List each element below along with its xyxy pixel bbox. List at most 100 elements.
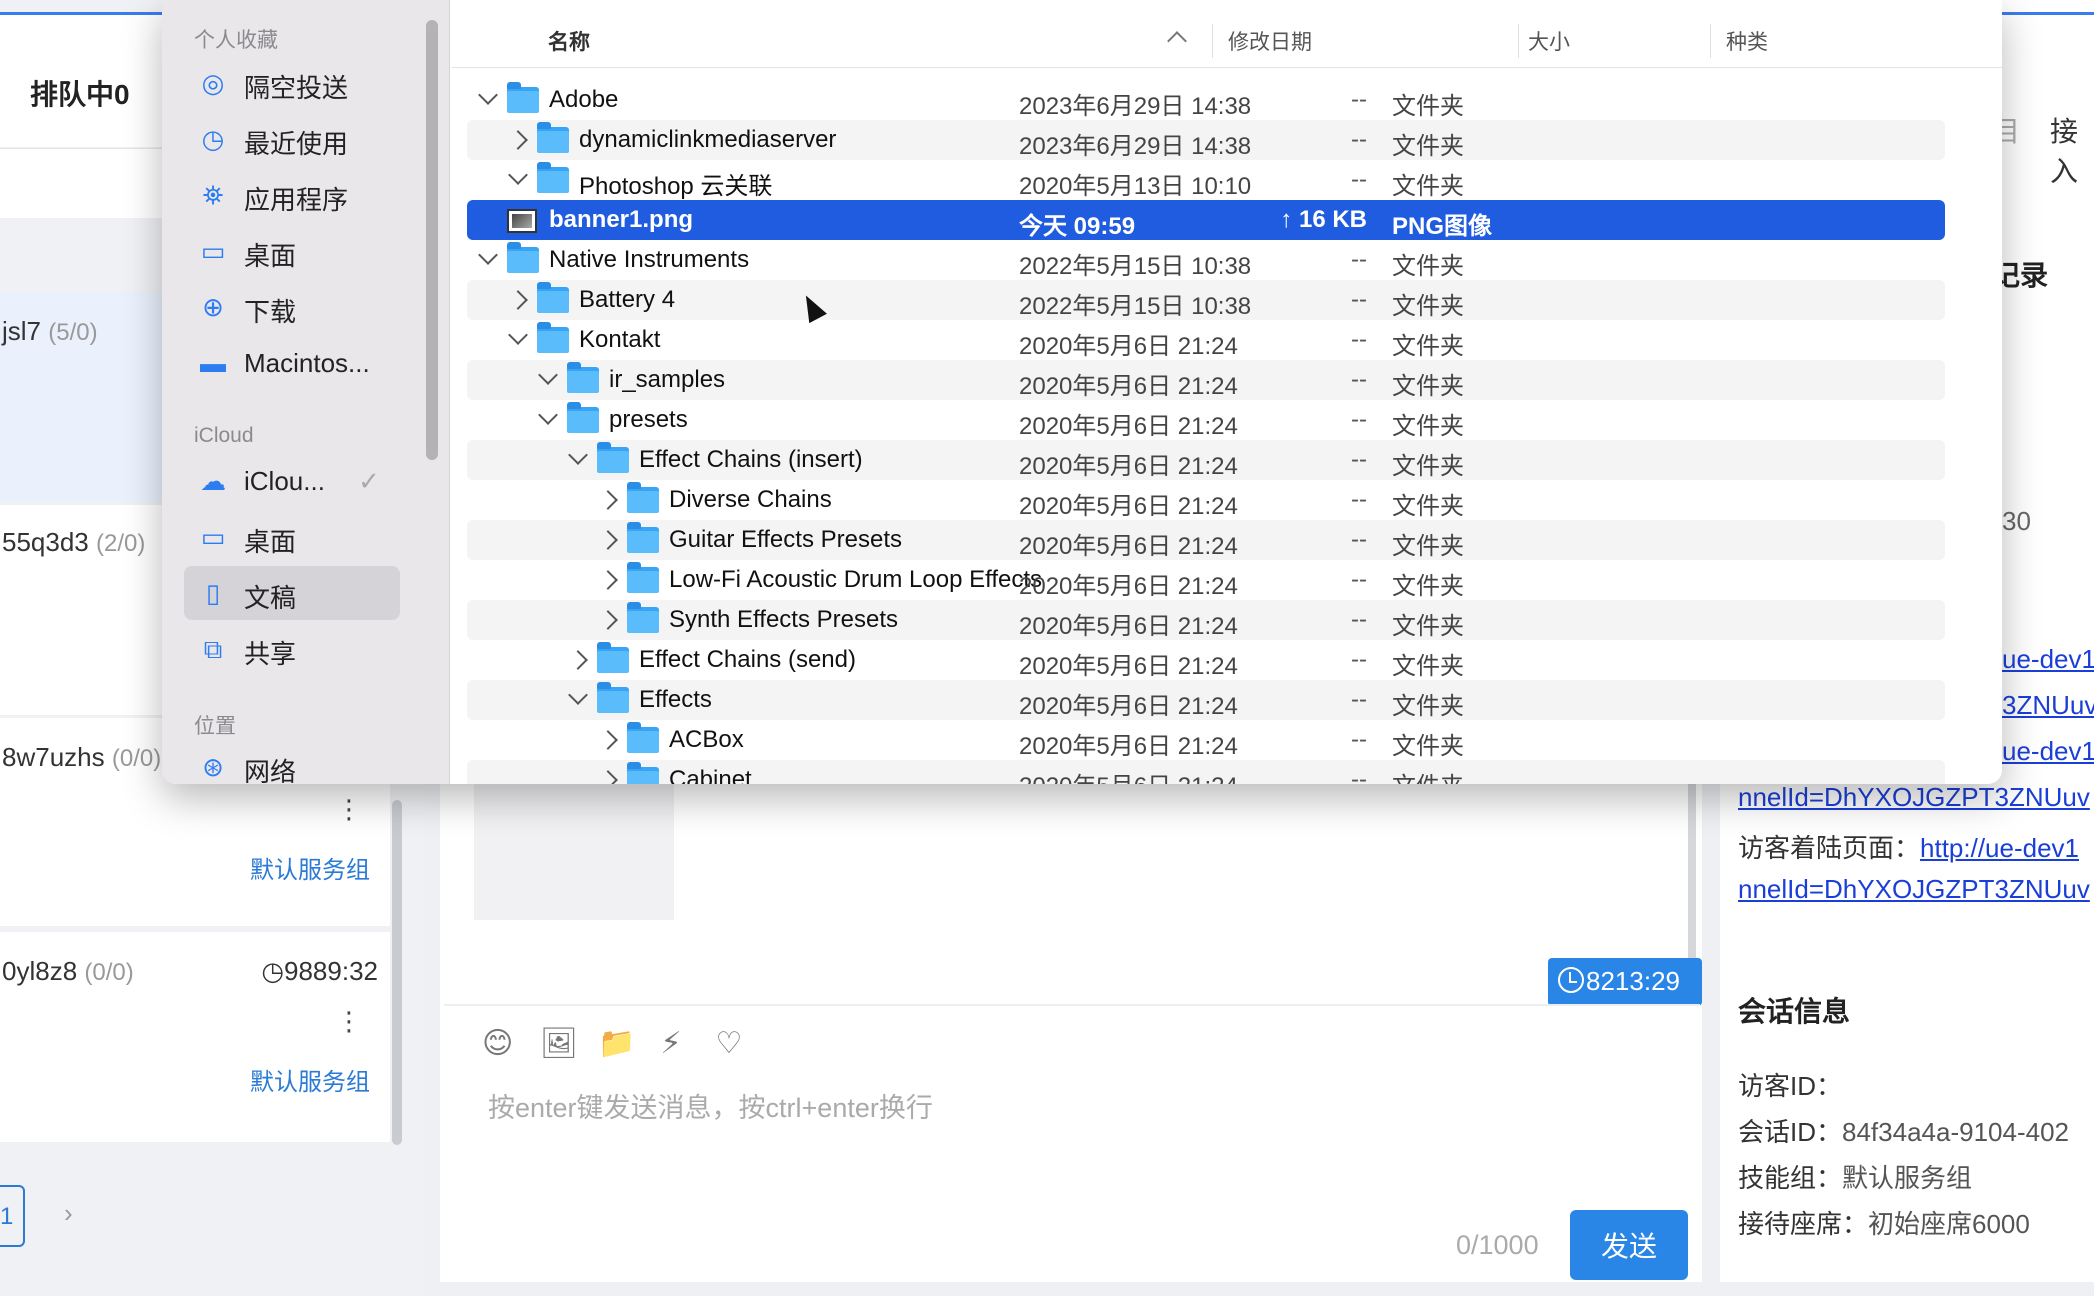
file-kind: 文件夹 [1392,333,1464,360]
folder-row[interactable]: Diverse Chains 2020年5月6日 21:24 -- 文件夹 [467,480,1945,520]
file-row[interactable]: banner1.png 今天 09:59 ↑ 16 KB PNG图像 [467,200,1945,240]
chevron-right-icon[interactable] [598,610,618,630]
column-separator [1212,24,1213,58]
sidebar-item-label: 共享 [244,639,297,669]
file-name: Low-Fi Acoustic Drum Loop Effects [669,566,1043,593]
file-size: -- [1351,766,1367,784]
sort-ascending-icon[interactable] [1167,31,1187,51]
sidebar-item[interactable]: ▯ 文稿 [184,566,400,620]
folder-row[interactable]: Cabinet 2020年5月6日 21:24 -- 文件夹 [467,760,1945,784]
queue-title[interactable]: 排队中0 [30,73,130,113]
favorite-icon[interactable]: ♡ [714,1026,744,1061]
list-scrollbar[interactable] [392,800,402,1145]
chevron-right-icon[interactable] [598,770,618,784]
chevron-down-icon[interactable] [538,365,558,385]
folder-row[interactable]: Effect Chains (send) 2020年5月6日 21:24 -- 文件夹 [467,640,1945,680]
chevron-right-icon[interactable] [508,290,528,310]
chevron-right-icon[interactable] [598,490,618,510]
sidebar-item[interactable]: ▭ 桌面 [184,510,400,564]
chevron-down-icon[interactable] [478,85,498,105]
folder-row[interactable]: presets 2020年5月6日 21:24 -- 文件夹 [467,400,1945,440]
agent-row: 接待座席：初始座席6000 [1738,1209,2030,1239]
file-size: -- [1351,486,1367,513]
sidebar-item-label: 隔空投送 [244,73,349,103]
access-tab[interactable]: 接入 [2050,110,2094,190]
folder-row[interactable]: Adobe 2023年6月29日 14:38 -- 文件夹 [467,80,1945,120]
folder-row[interactable]: Battery 4 2022年5月15日 10:38 -- 文件夹 [467,280,1945,320]
folder-row[interactable]: ACBox 2020年5月6日 21:24 -- 文件夹 [467,720,1945,760]
chevron-down-icon[interactable] [478,245,498,265]
column-separator [1710,24,1711,58]
landing-page-link[interactable]: http://ue-dev1 [1920,833,2079,863]
compose-input[interactable]: 按enter键发送消息，按ctrl+enter换行 [488,1086,933,1125]
sidebar-scrollbar[interactable] [426,20,438,460]
sidebar-item[interactable]: ⧉ 共享 [184,622,400,676]
folder-icon[interactable]: 📁 [598,1026,635,1061]
url-link[interactable]: nnelId=DhYXOJGZPT3ZNUuv [1738,782,2090,813]
chevron-right-icon[interactable] [598,530,618,550]
emoji-icon[interactable]: 😊 [482,1026,513,1061]
folder-row[interactable]: Effect Chains (insert) 2020年5月6日 21:24 -- 文… [467,440,1945,480]
url-link[interactable]: 3ZNUuv [2002,690,2094,721]
file-name: Guitar Effects Presets [669,526,902,553]
visitor-name: 8w7uzhs (0/0) [2,742,162,772]
chevron-down-icon[interactable] [568,685,588,705]
visitor-id-label: 访客ID： [1738,1071,1843,1101]
image-icon[interactable]: 🖼 [540,1026,578,1061]
folder-row[interactable]: dynamiclinkmediaserver 2023年6月29日 14:38 --… [467,120,1945,160]
sidebar-item[interactable]: ◎ 隔空投送 [184,56,400,110]
icloud-section-title: iCloud [194,424,254,447]
column-separator [1518,24,1519,58]
sidebar-item[interactable]: ▭ 桌面 [184,224,400,278]
folder-row[interactable]: Native Instruments 2022年5月15日 10:38 -- 文件夹 [467,240,1945,280]
visitor-card[interactable]: 0yl8z8 (0/0) ◷9889:32 ⋮ 默认服务组 [0,932,390,1142]
file-open-dialog: 个人收藏 ◎ 隔空投送 ◷ 最近使用 ⛯ 应用程序 ▭ 桌面 ⊕ 下载 ▬ Macintos... i… [162,0,2002,784]
chevron-right-icon[interactable] [508,130,528,150]
sidebar-item-label: 文稿 [244,583,297,613]
chevron-right-icon[interactable] [598,570,618,590]
sidebar-item[interactable]: ⊕ 下载 [184,280,400,334]
folder-row[interactable]: ir_samples 2020年5月6日 21:24 -- 文件夹 [467,360,1945,400]
chevron-right-icon[interactable] [598,730,618,750]
folder-row[interactable]: Photoshop 云关联 2020年5月13日 10:10 -- 文件夹 [467,160,1945,200]
chevron-right-icon[interactable] [568,650,588,670]
file-kind: 文件夹 [1392,133,1464,160]
file-kind: 文件夹 [1392,693,1464,720]
column-date[interactable]: 修改日期 [1228,26,1312,56]
landing-page-link[interactable]: nnelId=DhYXOJGZPT3ZNUuv [1738,874,2090,905]
more-options-icon[interactable]: ⋮ [336,1008,362,1034]
url-link[interactable]: ue-dev1 [2002,736,2094,767]
message-image-placeholder[interactable] [474,782,674,920]
folder-row[interactable]: Effects 2020年5月6日 21:24 -- 文件夹 [467,680,1945,720]
send-button[interactable]: 发送 [1570,1210,1688,1280]
service-group-link[interactable]: 默认服务组 [250,1062,370,1097]
folder-row[interactable]: Low-Fi Acoustic Drum Loop Effects 2020年5月… [467,560,1945,600]
service-group-link[interactable]: 默认服务组 [250,850,370,885]
apps-icon: ⛯ [202,180,224,210]
finder-sidebar: 个人收藏 ◎ 隔空投送 ◷ 最近使用 ⛯ 应用程序 ▭ 桌面 ⊕ 下载 ▬ Macintos... i… [162,0,450,784]
sidebar-item[interactable]: ⊛ 网络 [184,740,400,784]
folder-row[interactable]: Kontakt 2020年5月6日 21:24 -- 文件夹 [467,320,1945,360]
sidebar-item[interactable]: ▬ Macintos... [184,336,400,390]
folder-row[interactable]: Guitar Effects Presets 2020年5月6日 21:24 -- 文… [467,520,1945,560]
chevron-down-icon[interactable] [508,325,528,345]
column-size[interactable]: 大小 [1528,26,1570,56]
sidebar-item[interactable]: ☁ iClou... ✓ [184,454,400,508]
quick-reply-icon[interactable]: ⚡ [656,1026,686,1061]
sidebar-item[interactable]: ⛯ 应用程序 [184,168,400,222]
file-size: -- [1351,646,1367,673]
folder-icon [597,442,629,473]
chevron-down-icon[interactable] [568,445,588,465]
file-name: Synth Effects Presets [669,606,898,633]
sidebar-item[interactable]: ◷ 最近使用 [184,112,400,166]
column-kind[interactable]: 种类 [1726,26,1768,56]
chevron-down-icon[interactable] [508,165,528,185]
file-name: banner1.png [549,206,694,233]
column-name[interactable]: 名称 [548,26,590,56]
chevron-down-icon[interactable] [538,405,558,425]
more-options-icon[interactable]: ⋮ [336,796,362,822]
pager-next-icon[interactable]: › [64,1198,73,1229]
folder-row[interactable]: Synth Effects Presets 2020年5月6日 21:24 -- 文件… [467,600,1945,640]
url-link[interactable]: ue-dev1 [2002,644,2094,675]
pager-page-1[interactable]: 1 [0,1185,25,1247]
